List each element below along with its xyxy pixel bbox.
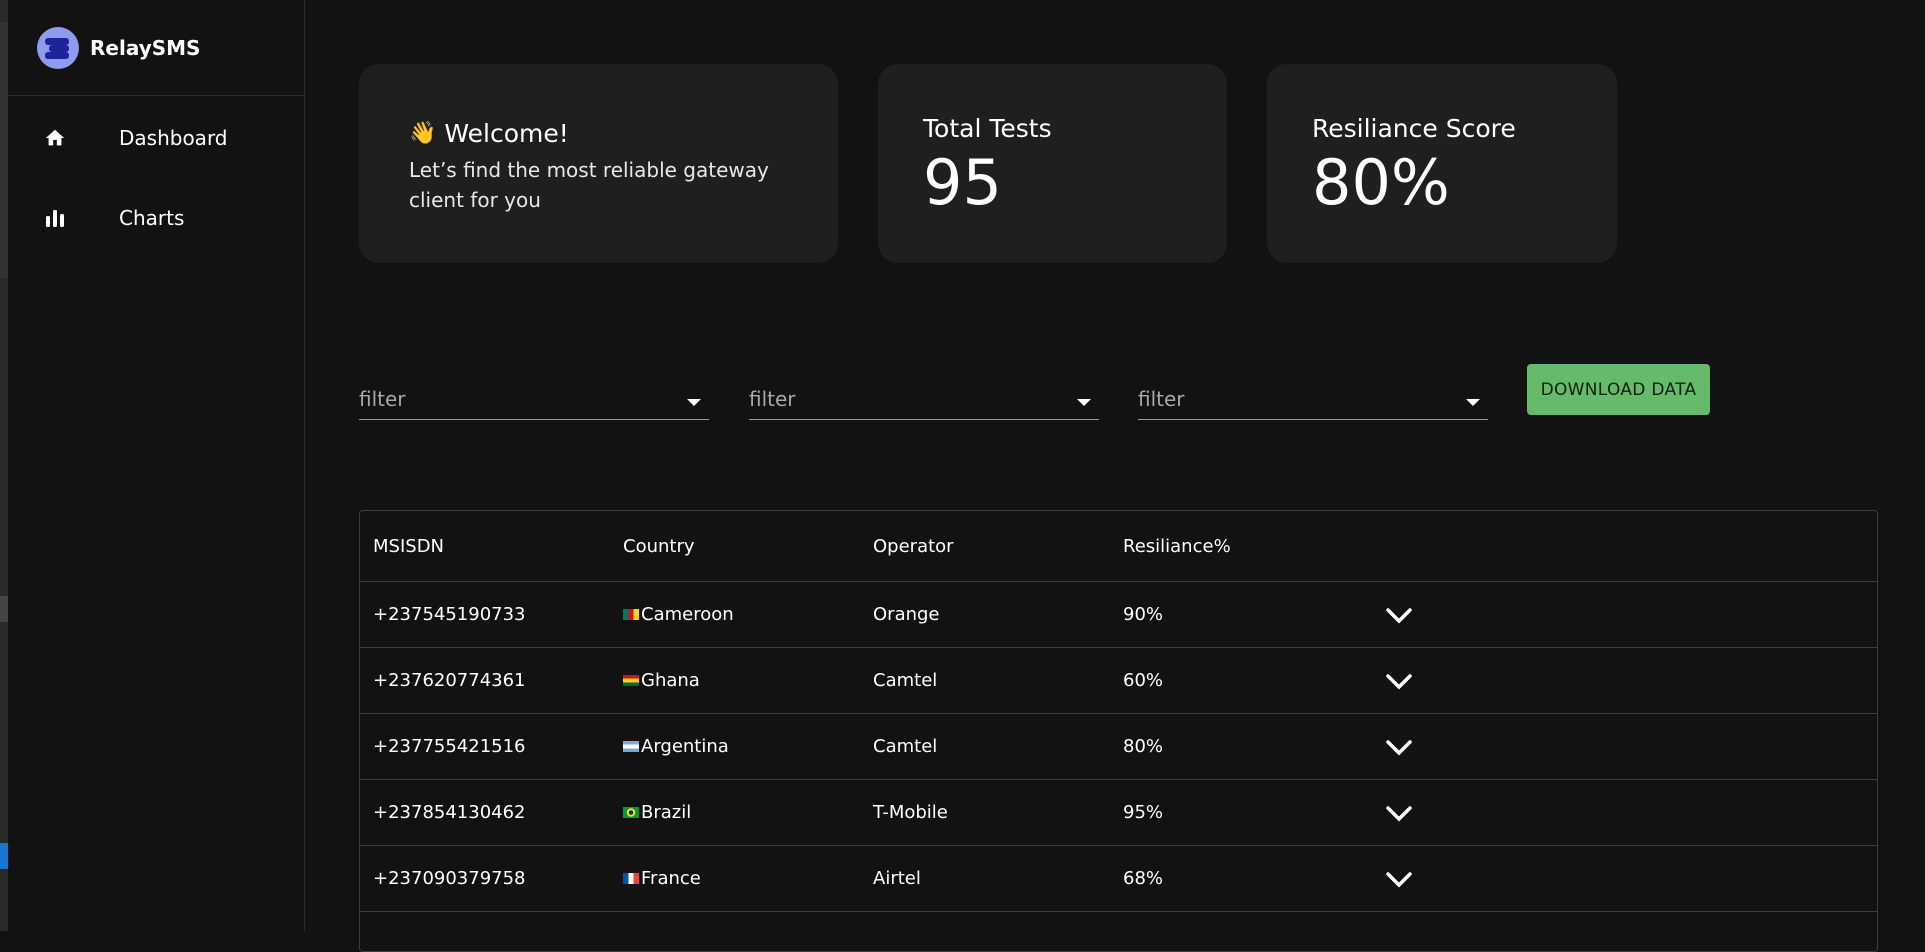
resiliance-cell: 68% — [1123, 868, 1164, 889]
column-header-msisdn[interactable]: MSISDN — [373, 511, 444, 581]
cameroon-flag-icon — [623, 609, 639, 620]
expand-chevron-icon[interactable] — [1384, 736, 1414, 758]
operator-cell: T-Mobile — [873, 802, 948, 823]
column-header-resiliance[interactable]: Resiliance% — [1123, 511, 1231, 581]
resiliance-cell: 95% — [1123, 802, 1164, 823]
resiliance-score-label: Resiliance Score — [1312, 114, 1516, 143]
app-name: RelaySMS — [90, 35, 201, 60]
operator-cell: Airtel — [873, 868, 921, 889]
operator-cell: Orange — [873, 604, 940, 625]
welcome-card: 👋 Welcome! Let’s find the most reliable … — [359, 64, 838, 263]
operator-cell: Camtel — [873, 670, 938, 691]
window-edge — [0, 0, 8, 931]
table-row: +237854130462 Brazil T-Mobile 95% — [360, 780, 1877, 846]
country-cell: Cameroon — [623, 582, 734, 647]
dropdown-arrow-icon — [687, 399, 701, 406]
msisdn-cell: +237854130462 — [373, 802, 526, 823]
msisdn-cell: +237090379758 — [373, 868, 526, 889]
sidebar-item-dashboard[interactable]: Dashboard — [8, 98, 304, 178]
resiliance-cell: 90% — [1123, 604, 1164, 625]
total-tests-card: Total Tests 95 — [878, 64, 1227, 263]
msisdn-cell: +237545190733 — [373, 604, 526, 625]
expand-chevron-icon[interactable] — [1384, 670, 1414, 692]
resiliance-score-value: 80% — [1312, 146, 1450, 219]
column-header-country[interactable]: Country — [623, 511, 695, 581]
resiliance-cell: 80% — [1123, 736, 1164, 757]
sidebar-item-label: Dashboard — [119, 126, 228, 150]
country-cell: Ghana — [623, 648, 700, 713]
table-row: +237620774361 Ghana Camtel 60% — [360, 648, 1877, 714]
filter-placeholder: filter — [1138, 387, 1185, 411]
table-row: +237545190733 Cameroon Orange 90% — [360, 582, 1877, 648]
msisdn-cell: +237620774361 — [373, 670, 526, 691]
results-table: MSISDN Country Operator Resiliance% +237… — [359, 510, 1878, 952]
welcome-text: Let’s find the most reliable gateway cli… — [409, 158, 769, 212]
brand: RelaySMS — [8, 0, 304, 96]
relaysms-logo — [37, 26, 79, 69]
table-header-row: MSISDN Country Operator Resiliance% — [360, 511, 1877, 582]
bar-chart-icon — [44, 207, 66, 229]
resiliance-score-card: Resiliance Score 80% — [1267, 64, 1617, 263]
country-cell: Brazil — [623, 780, 691, 845]
sidebar: RelaySMS Dashboard Charts — [8, 0, 305, 931]
column-header-operator[interactable]: Operator — [873, 511, 954, 581]
country-name: Argentina — [641, 736, 729, 757]
welcome-title: Welcome! — [444, 119, 569, 148]
expand-chevron-icon[interactable] — [1384, 868, 1414, 890]
filter-placeholder: filter — [749, 387, 796, 411]
country-cell: France — [623, 846, 701, 911]
country-name: Ghana — [641, 670, 700, 691]
resiliance-cell: 60% — [1123, 670, 1164, 691]
filter-select-1[interactable]: filter — [359, 385, 709, 420]
table-row: +237755421516 Argentina Camtel 80% — [360, 714, 1877, 780]
total-tests-label: Total Tests — [923, 114, 1052, 143]
msisdn-cell: +237755421516 — [373, 736, 526, 757]
download-data-button[interactable]: DOWNLOAD DATA — [1527, 364, 1710, 415]
filter-select-3[interactable]: filter — [1138, 385, 1488, 420]
sidebar-item-label: Charts — [119, 206, 185, 230]
home-icon — [44, 127, 66, 149]
argentina-flag-icon — [623, 741, 639, 752]
expand-chevron-icon[interactable] — [1384, 802, 1414, 824]
waving-hand-icon: 👋 — [409, 121, 437, 146]
france-flag-icon — [623, 873, 639, 884]
ghana-flag-icon — [623, 675, 639, 686]
operator-cell: Camtel — [873, 736, 938, 757]
table-row: +237090379758 France Airtel 68% — [360, 846, 1877, 912]
brazil-flag-icon — [623, 807, 639, 818]
total-tests-value: 95 — [923, 146, 1002, 219]
dropdown-arrow-icon — [1466, 399, 1480, 406]
expand-chevron-icon[interactable] — [1384, 604, 1414, 626]
country-name: France — [641, 868, 701, 889]
filter-select-2[interactable]: filter — [749, 385, 1099, 420]
filter-placeholder: filter — [359, 387, 406, 411]
sidebar-item-charts[interactable]: Charts — [8, 178, 304, 258]
dropdown-arrow-icon — [1077, 399, 1091, 406]
welcome-heading: 👋 Welcome! — [409, 119, 569, 148]
country-name: Brazil — [641, 802, 692, 823]
country-cell: Argentina — [623, 714, 729, 779]
country-name: Cameroon — [641, 604, 734, 625]
